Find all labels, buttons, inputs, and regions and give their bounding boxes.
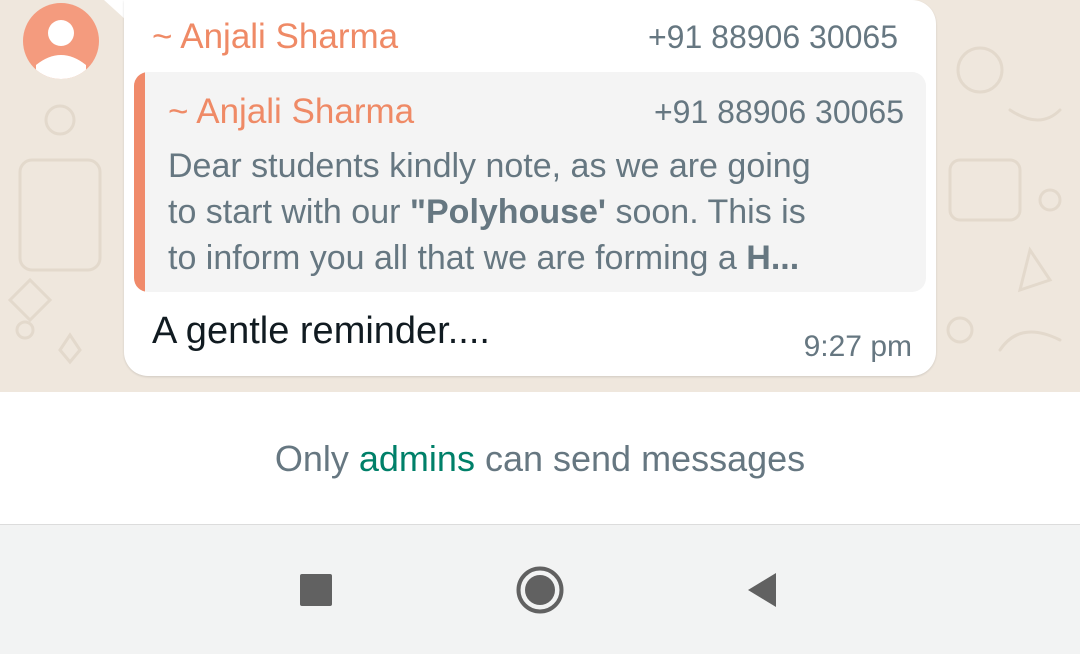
quoted-line-3-start: to inform you all that we are forming a — [168, 239, 747, 277]
person-icon — [36, 20, 86, 79]
quoted-text: Dear students kindly note, as we are goi… — [168, 143, 908, 281]
recent-apps-icon — [300, 574, 332, 606]
admin-notice-prefix: Only — [274, 438, 359, 479]
bubble-tail — [104, 0, 126, 20]
back-button[interactable] — [737, 565, 787, 615]
sender-phone[interactable]: +91 88906 30065 — [648, 19, 898, 56]
message-time: 9:27 pm — [803, 330, 912, 363]
home-icon — [516, 566, 564, 614]
back-icon — [748, 573, 776, 607]
system-nav-bar — [0, 525, 1080, 654]
admin-only-bar: Only admins can send messages — [0, 392, 1080, 525]
quoted-message[interactable]: ~ Anjali Sharma +91 88906 30065 Dear stu… — [134, 72, 926, 292]
home-button[interactable] — [515, 565, 565, 615]
admins-link[interactable]: admins — [359, 438, 475, 479]
admin-only-notice: Only admins can send messages — [0, 438, 1080, 480]
sender-name[interactable]: ~ Anjali Sharma — [152, 17, 398, 57]
quoted-line-2: to start with our "Polyhouse' soon. This… — [168, 189, 908, 235]
quoted-line-2-end: soon. This is — [606, 193, 806, 231]
chat-area[interactable]: ~ Anjali Sharma +91 88906 30065 ~ Anjali… — [0, 0, 1080, 392]
quoted-line-3: to inform you all that we are forming a … — [168, 235, 908, 281]
recent-apps-button[interactable] — [291, 565, 341, 615]
sender-avatar[interactable] — [23, 3, 99, 79]
admin-notice-suffix: can send messages — [474, 438, 806, 479]
message-text: A gentle reminder.... — [152, 310, 490, 352]
quoted-line-3-bold: H... — [746, 239, 800, 277]
quoted-line-2-bold: "Polyhouse' — [409, 193, 607, 231]
quote-accent-bar — [134, 72, 145, 292]
quoted-sender-phone: +91 88906 30065 — [653, 94, 904, 130]
quoted-line-1: Dear students kindly note, as we are goi… — [168, 147, 811, 185]
quoted-line-2-start: to start with our — [168, 193, 410, 231]
quoted-sender-name: ~ Anjali Sharma — [168, 92, 415, 131]
message-bubble[interactable]: ~ Anjali Sharma +91 88906 30065 ~ Anjali… — [124, 0, 936, 376]
